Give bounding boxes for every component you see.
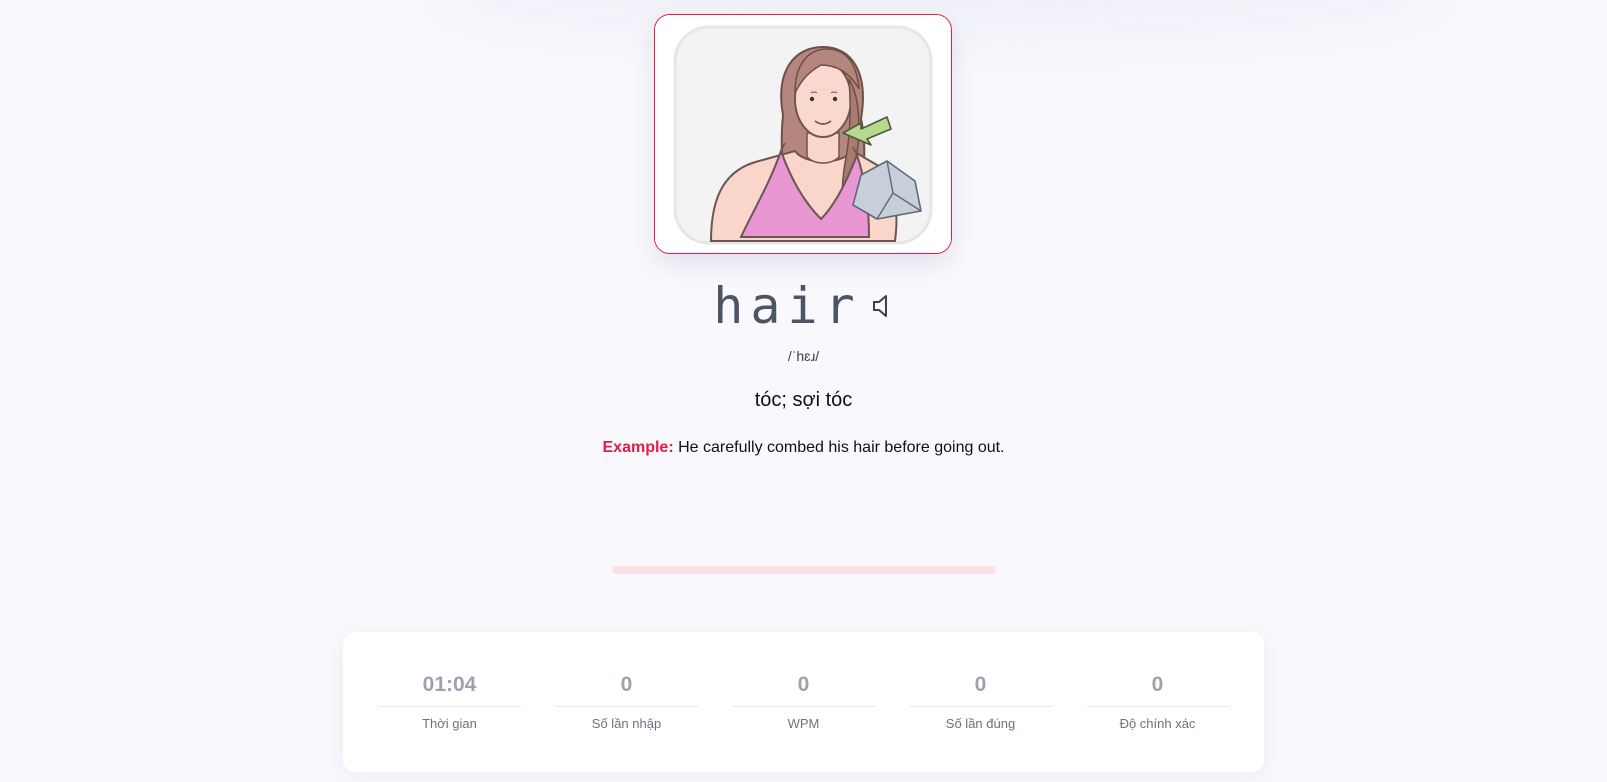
example-label: Example: [602, 439, 674, 456]
speaker-icon [872, 295, 887, 317]
word-meaning: tóc; sợi tóc [754, 389, 853, 411]
stat-label: Thời gian [422, 716, 477, 731]
stat-accuracy: 0 Độ chính xác [1086, 632, 1229, 772]
stat-value: 0 [1151, 673, 1164, 696]
example-sentence: Example: He carefully combed his hair be… [0, 439, 1607, 457]
stat-label: WPM [787, 716, 820, 731]
stat-value: 01:04 [422, 673, 477, 696]
word-row: hair [0, 276, 1607, 336]
stat-divider [909, 706, 1052, 707]
stat-label: Độ chính xác [1119, 716, 1196, 731]
stat-wpm: 0 WPM [732, 632, 875, 772]
pronounce-button[interactable] [868, 291, 894, 321]
stat-time: 01:04 Thời gian [378, 632, 521, 772]
stat-value: 0 [797, 673, 810, 696]
stat-correct-count: 0 Số lần đúng [909, 632, 1052, 772]
stat-divider [1086, 706, 1229, 707]
example-text: He carefully combed his hair before goin… [678, 439, 1005, 456]
stat-divider [378, 706, 521, 707]
progress-bar [612, 566, 996, 574]
stat-label: Số lần nhập [591, 716, 662, 731]
stat-label: Số lần đúng [945, 716, 1016, 731]
stat-divider [555, 706, 698, 707]
typing-practice-page: hair /ˈhɛɹ/ tóc; sợi tóc Example: He car… [0, 0, 1607, 782]
target-word: hair [713, 277, 862, 335]
word-image-card [654, 14, 952, 254]
hair-illustration [655, 15, 951, 253]
phonetic-text: /ˈhɛɹ/ [787, 348, 820, 364]
stat-divider [732, 706, 875, 707]
stat-input-count: 0 Số lần nhập [555, 632, 698, 772]
stat-value: 0 [620, 673, 633, 696]
stat-value: 0 [974, 673, 987, 696]
stats-panel: 01:04 Thời gian 0 Số lần nhập 0 WPM 0 Số… [343, 632, 1264, 772]
